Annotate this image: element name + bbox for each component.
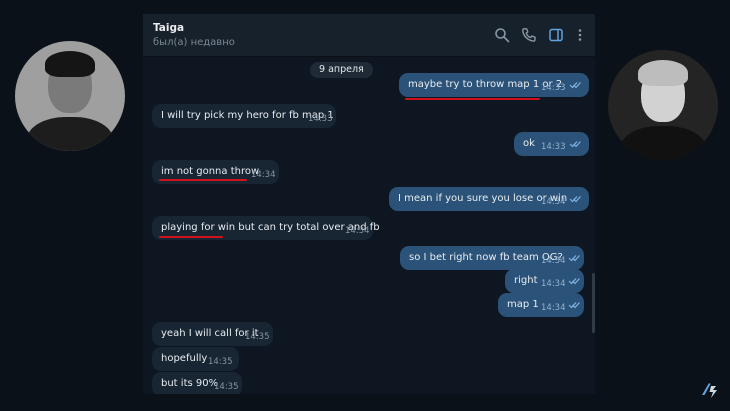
message-bubble[interactable]: so I bet right now fb team OG? 14:34 — [400, 246, 584, 270]
highlight-underline — [159, 179, 247, 181]
message-bubble[interactable]: map 1 14:34 — [498, 293, 584, 317]
phone-icon[interactable] — [521, 27, 537, 43]
more-vertical-icon[interactable] — [572, 27, 588, 43]
double-check-icon — [569, 133, 581, 153]
sidebar-toggle-icon[interactable] — [548, 27, 564, 43]
message-text: but its 90% — [161, 378, 219, 389]
left-person-shoulders — [27, 117, 113, 151]
chat-window: Taiga был(а) недавно 9 апреля maybe try … — [143, 14, 595, 394]
message-bubble[interactable]: but its 90% 14:35 — [152, 372, 242, 394]
message-bubble[interactable]: hopefully 14:35 — [152, 347, 239, 371]
double-check-icon — [568, 270, 580, 290]
message-text: so I bet right now fb team OG? — [409, 252, 563, 263]
message-time: 14:34 — [345, 226, 370, 236]
contact-status: был(а) недавно — [153, 37, 235, 48]
message-time: 14:34 — [541, 303, 566, 313]
double-check-icon — [568, 247, 580, 267]
message-time: 14:33 — [541, 83, 566, 93]
message-bubble[interactable]: maybe try to throw map 1 or 2 14:33 — [399, 73, 589, 97]
right-person-shoulders — [620, 126, 706, 160]
message-bubble[interactable]: ok 14:33 — [514, 132, 589, 156]
channel-logo-icon — [700, 380, 722, 400]
message-text: map 1 — [507, 299, 539, 310]
date-separator: 9 апреля — [310, 62, 373, 78]
right-person-photo — [608, 50, 718, 160]
highlight-underline — [405, 98, 540, 100]
message-time: 14:34 — [251, 170, 276, 180]
message-bubble[interactable]: I mean if you sure you lose or win 14:34 — [389, 187, 589, 211]
double-check-icon — [569, 74, 581, 94]
contact-name[interactable]: Taiga — [153, 22, 184, 34]
message-list[interactable]: 9 апреля maybe try to throw map 1 or 2 1… — [143, 57, 595, 394]
message-text: yeah I will call for it — [161, 328, 259, 339]
left-person-hair — [45, 51, 95, 77]
search-icon[interactable] — [494, 27, 510, 43]
message-text: ok — [523, 138, 535, 149]
double-check-icon — [569, 188, 581, 208]
message-bubble[interactable]: I will try pick my hero for fb map 1 14:… — [152, 104, 336, 128]
highlight-underline — [159, 236, 223, 238]
chat-header: Taiga был(а) недавно — [143, 14, 595, 57]
message-time: 14:35 — [208, 357, 233, 367]
message-time: 14:35 — [214, 382, 239, 392]
message-bubble[interactable]: right 14:34 — [505, 269, 584, 293]
scrollbar-thumb[interactable] — [592, 273, 595, 333]
message-bubble[interactable]: yeah I will call for it 14:35 — [152, 322, 273, 346]
message-time: 14:33 — [308, 114, 333, 124]
right-person-hair — [638, 60, 688, 86]
message-time: 14:35 — [245, 332, 270, 342]
message-text: right — [514, 275, 538, 286]
message-time: 14:33 — [541, 142, 566, 152]
message-text: maybe try to throw map 1 or 2 — [408, 79, 563, 90]
message-time: 14:34 — [541, 197, 566, 207]
message-text: hopefully — [161, 353, 208, 364]
double-check-icon — [568, 294, 580, 314]
left-person-photo — [15, 41, 125, 151]
